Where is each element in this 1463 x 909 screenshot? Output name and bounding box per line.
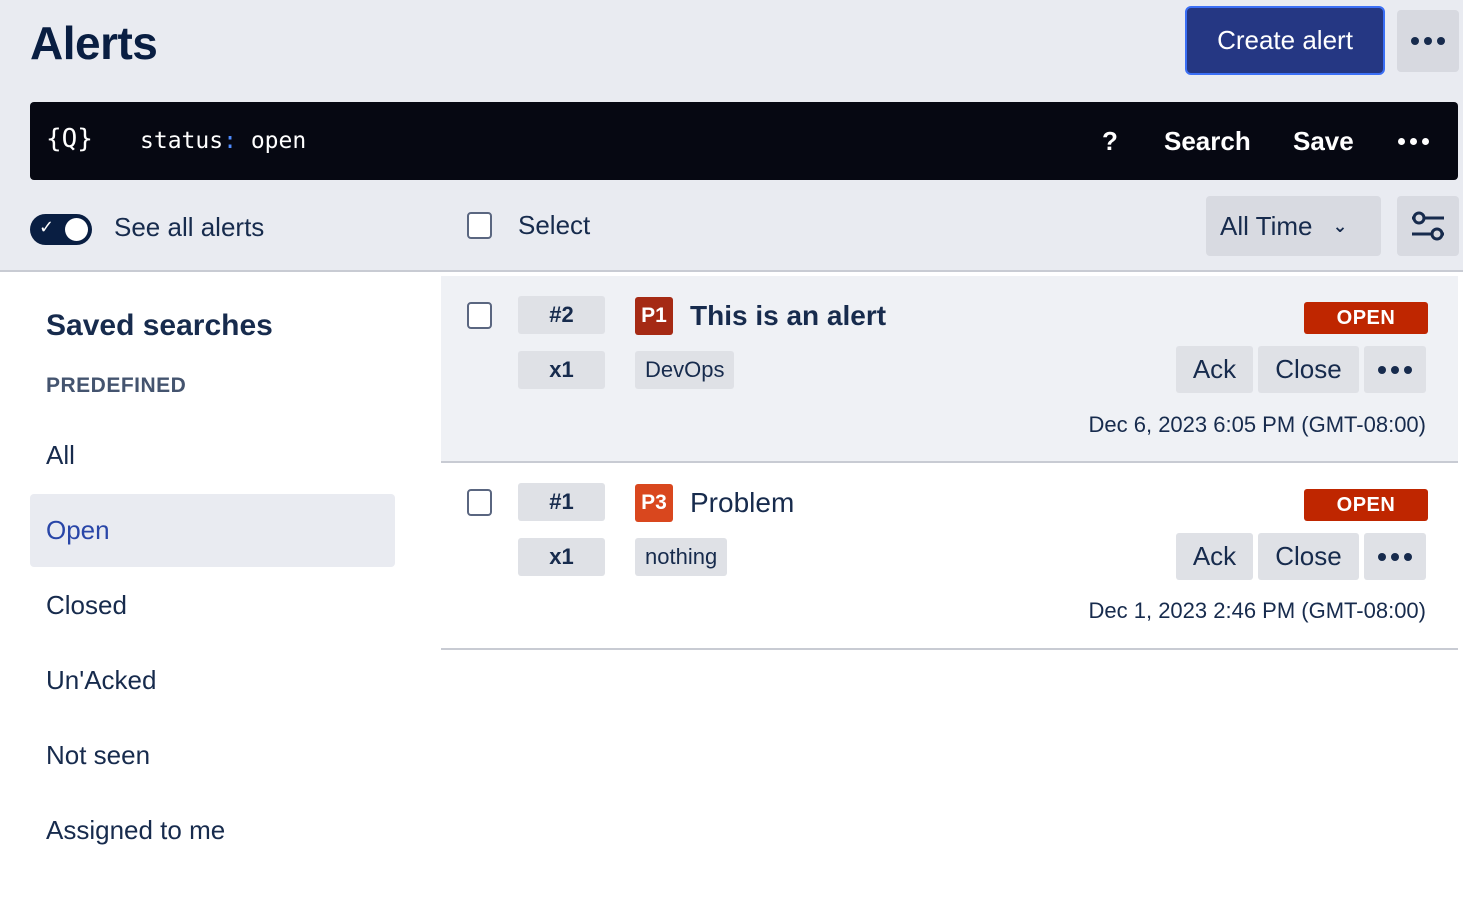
search-query-input[interactable]: status: open: [140, 128, 306, 154]
see-all-toggle[interactable]: ✓: [30, 214, 92, 245]
status-badge: OPEN: [1304, 489, 1428, 521]
search-more-icon[interactable]: [1398, 138, 1429, 145]
close-button[interactable]: Close: [1258, 346, 1359, 393]
more-icon: [1378, 365, 1412, 374]
chevron-down-icon: ⌄: [1332, 215, 1348, 236]
alert-more-button[interactable]: [1364, 533, 1426, 580]
priority-badge: P3: [635, 484, 673, 522]
status-badge: OPEN: [1304, 302, 1428, 334]
alert-title[interactable]: This is an alert: [690, 300, 886, 332]
query-braces-icon: {Q}: [46, 124, 93, 154]
alert-row[interactable]: #1 x1 P3 Problem OPEN nothing Ack Close …: [441, 463, 1458, 650]
help-button[interactable]: ?: [1102, 126, 1118, 157]
sliders-icon: [1412, 211, 1444, 241]
page-title: Alerts: [30, 17, 158, 69]
alert-title[interactable]: Problem: [690, 487, 794, 519]
alert-number: #2: [518, 296, 605, 334]
top-panel: Alerts Create alert {Q} status: open ? S…: [0, 0, 1463, 272]
predefined-section-label: PREDEFINED: [46, 374, 187, 397]
save-search-button[interactable]: Save: [1293, 126, 1354, 157]
see-all-label: See all alerts: [114, 212, 265, 242]
sidebar-item-open[interactable]: Open: [30, 494, 395, 567]
sidebar-title: Saved searches: [46, 309, 273, 342]
check-icon: ✓: [39, 217, 55, 237]
ack-button[interactable]: Ack: [1176, 346, 1253, 393]
select-all-checkbox[interactable]: [467, 212, 492, 239]
header-more-button[interactable]: [1397, 10, 1459, 72]
alert-count: x1: [518, 351, 605, 389]
close-button[interactable]: Close: [1258, 533, 1359, 580]
ack-button[interactable]: Ack: [1176, 533, 1253, 580]
more-icon: [1411, 37, 1445, 45]
alert-timestamp: Dec 1, 2023 2:46 PM (GMT-08:00): [1088, 598, 1427, 623]
query-key: status: [140, 128, 224, 154]
search-button[interactable]: Search: [1164, 126, 1251, 157]
time-range-dropdown[interactable]: All Time ⌄: [1206, 196, 1381, 256]
alert-count: x1: [518, 538, 605, 576]
select-label: Select: [518, 210, 591, 240]
time-range-value: All Time: [1220, 210, 1313, 241]
sidebar-item-all[interactable]: All: [30, 419, 395, 492]
priority-badge: P1: [635, 297, 673, 335]
create-alert-button[interactable]: Create alert: [1185, 6, 1385, 75]
alert-checkbox[interactable]: [467, 489, 492, 516]
alert-timestamp: Dec 6, 2023 6:05 PM (GMT-08:00): [1088, 412, 1427, 437]
filter-settings-button[interactable]: [1397, 196, 1459, 256]
sidebar-item-not-seen[interactable]: Not seen: [30, 719, 395, 792]
more-icon: [1378, 552, 1412, 561]
toggle-knob: [65, 218, 88, 241]
query-separator: :: [223, 128, 237, 154]
alert-row[interactable]: #2 x1 P1 This is an alert OPEN DevOps Ac…: [441, 276, 1458, 463]
alert-tag: DevOps: [635, 351, 735, 389]
alert-number: #1: [518, 483, 605, 521]
sidebar-item-assigned-to-me[interactable]: Assigned to me: [30, 794, 395, 867]
alert-checkbox[interactable]: [467, 302, 492, 329]
query-search-bar[interactable]: {Q} status: open ? Search Save: [30, 102, 1458, 180]
sidebar-item-closed[interactable]: Closed: [30, 569, 395, 642]
sidebar-item-unacked[interactable]: Un'Acked: [30, 644, 395, 717]
alert-more-button[interactable]: [1364, 346, 1426, 393]
alert-tag: nothing: [635, 538, 728, 576]
query-value: open: [250, 128, 307, 154]
